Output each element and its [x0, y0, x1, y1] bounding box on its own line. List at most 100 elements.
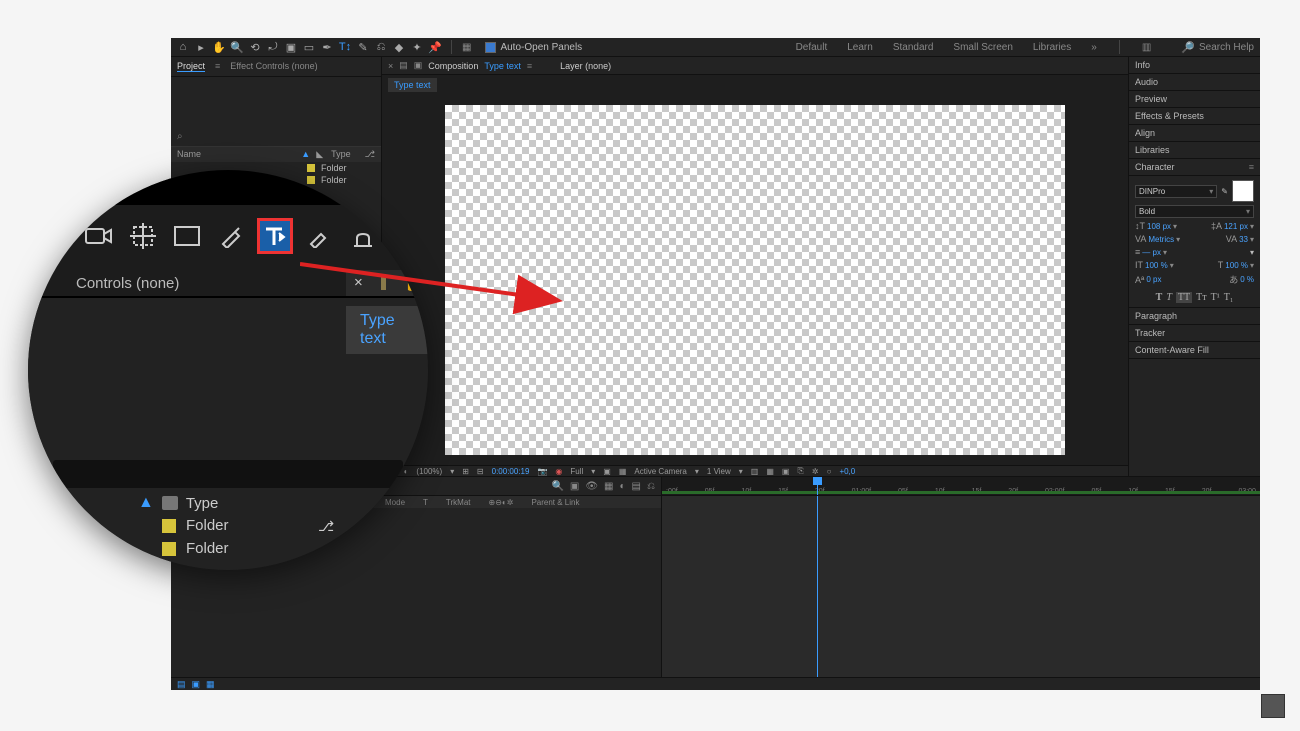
tl-brain-icon[interactable]: ⎌ — [647, 481, 655, 492]
superscript-icon[interactable]: T¹ — [1211, 292, 1220, 303]
label-col-icon[interactable]: ◣ — [316, 149, 323, 160]
tl-col-trkmat[interactable]: TrkMat — [446, 498, 471, 507]
paragraph-panel-header[interactable]: Paragraph — [1129, 308, 1260, 325]
view-layout-icon[interactable]: ▥ — [751, 467, 759, 476]
tl-frame-blend-icon[interactable]: ▦ — [604, 481, 613, 492]
faux-italic-icon[interactable]: T — [1166, 292, 1172, 303]
caf-panel-header[interactable]: Content-Aware Fill — [1129, 342, 1260, 359]
eyedropper-icon[interactable]: ✎ — [1221, 187, 1228, 196]
project-tab[interactable]: Project — [177, 61, 205, 72]
tracking-value[interactable]: 33 — [1239, 235, 1248, 244]
all-caps-icon[interactable]: TT — [1176, 292, 1192, 303]
unified-camera-icon[interactable]: ▣ — [285, 41, 297, 53]
project-search[interactable]: ⌕ — [171, 127, 381, 147]
lock-icon[interactable]: ▤ — [399, 60, 408, 71]
snapshot-icon[interactable]: 📷 — [537, 467, 547, 476]
composition-name[interactable]: Type text — [484, 61, 521, 71]
flowchart-icon[interactable]: ✲ — [812, 467, 819, 476]
timeline-icon[interactable]: ⎘ — [797, 466, 803, 476]
interpret-icon[interactable]: ▤ — [177, 679, 186, 690]
camera-select[interactable]: Active Camera — [634, 467, 686, 476]
type-tool-icon[interactable]: T↕ — [339, 41, 351, 53]
preview-panel-header[interactable]: Preview — [1129, 91, 1260, 108]
pixel-aspect-icon[interactable]: ▦ — [766, 467, 774, 476]
tracker-panel-header[interactable]: Tracker — [1129, 325, 1260, 342]
timeline-tracks[interactable] — [662, 496, 1260, 677]
workspace-learn[interactable]: Learn — [847, 42, 873, 53]
transparent-canvas[interactable] — [445, 105, 1065, 455]
rotate-tool-icon[interactable]: ⤾ — [267, 41, 279, 53]
leading-value[interactable]: 121 px — [1224, 222, 1248, 231]
col-name[interactable]: Name — [177, 149, 301, 160]
small-caps-icon[interactable]: Tᴛ — [1196, 292, 1206, 303]
composition-subtab[interactable]: Type text — [388, 78, 437, 92]
flowchart-col-icon[interactable]: ⎇ — [365, 149, 375, 160]
workspace-standard[interactable]: Standard — [893, 42, 934, 53]
puppet-tool-icon[interactable]: 📌 — [429, 41, 441, 53]
grid-icon[interactable]: ▦ — [462, 42, 471, 53]
workspace-libraries[interactable]: Libraries — [1033, 42, 1071, 53]
font-style-select[interactable]: Bold — [1135, 205, 1254, 218]
resolution-select[interactable]: Full — [570, 467, 583, 476]
search-help[interactable]: 🔎 Search Help — [1181, 41, 1254, 54]
close-tab-icon[interactable]: × — [388, 61, 393, 71]
project-tab-menu-icon[interactable]: ≡ — [215, 61, 220, 72]
tab-menu-icon[interactable]: ≡ — [527, 61, 532, 71]
fast-preview-icon[interactable]: ▣ — [782, 467, 790, 476]
viewer-icon[interactable]: ▣ — [414, 60, 423, 71]
panel-menu-icon[interactable]: ≡ — [1249, 162, 1254, 172]
kerning-value[interactable]: Metrics — [1148, 235, 1174, 244]
font-size-value[interactable]: 108 px — [1147, 222, 1171, 231]
layer-tab[interactable]: Layer (none) — [560, 61, 611, 71]
resolution-icon[interactable]: ⊞ — [462, 467, 469, 476]
workspace-default[interactable]: Default — [796, 42, 828, 53]
auto-open-panels-checkbox[interactable]: Auto-Open Panels — [485, 42, 582, 53]
shape-tool-icon[interactable]: ▭ — [303, 41, 315, 53]
tl-motion-blur-icon[interactable]: ◐ — [620, 481, 626, 492]
workspace-menu-icon[interactable]: » — [1091, 42, 1097, 53]
timecode[interactable]: 0:00:00:19 — [492, 467, 530, 476]
effects-panel-header[interactable]: Effects & Presets — [1129, 108, 1260, 125]
composition-viewer[interactable] — [382, 95, 1128, 465]
faux-bold-icon[interactable]: T — [1156, 292, 1163, 303]
reset-workspace-icon[interactable]: ▥ — [1142, 42, 1151, 53]
zoom-tool-icon[interactable]: 🔍 — [231, 41, 243, 53]
eraser-tool-icon[interactable]: ◆ — [393, 41, 405, 53]
playhead[interactable] — [817, 477, 818, 495]
hscale-value[interactable]: 100 % — [1225, 261, 1248, 270]
vscale-value[interactable]: 100 % — [1145, 261, 1168, 270]
transparency-grid-icon[interactable]: ▦ — [619, 467, 627, 476]
region-icon[interactable]: ▣ — [603, 467, 611, 476]
info-panel-header[interactable]: Info — [1129, 57, 1260, 74]
tl-graph-icon[interactable]: ▤ — [632, 481, 641, 492]
workspace-small-screen[interactable]: Small Screen — [953, 42, 1012, 53]
grid-toggle-icon[interactable]: ⊟ — [477, 467, 484, 476]
pen-tool-icon[interactable]: ✒ — [321, 41, 333, 53]
align-panel-header[interactable]: Align — [1129, 125, 1260, 142]
exposure-value[interactable]: +0,0 — [839, 467, 855, 476]
tl-shy-icon[interactable]: 👁 — [585, 481, 598, 492]
subscript-icon[interactable]: T₁ — [1224, 292, 1234, 303]
tl-col-parent[interactable]: Parent & Link — [531, 498, 579, 507]
channel-icon[interactable]: ◉ — [555, 467, 562, 476]
hand-tool-icon[interactable]: ✋ — [213, 41, 225, 53]
effect-controls-tab[interactable]: Effect Controls (none) — [230, 61, 317, 72]
fill-swatch[interactable] — [1232, 180, 1254, 202]
tsume-value[interactable]: 0 % — [1240, 275, 1254, 284]
audio-panel-header[interactable]: Audio — [1129, 74, 1260, 91]
tl-comp-icon[interactable]: ▣ — [570, 481, 579, 492]
clone-tool-icon[interactable]: ⎌ — [375, 41, 387, 53]
brush-tool-icon[interactable]: ✎ — [357, 41, 369, 53]
stroke-width-value[interactable]: — px — [1142, 248, 1161, 257]
tl-search-icon[interactable]: 🔍 — [551, 481, 563, 492]
new-folder-icon[interactable]: ▣ — [192, 679, 201, 690]
views-select[interactable]: 1 View — [707, 467, 731, 476]
orbit-tool-icon[interactable]: ⟲ — [249, 41, 261, 53]
baseline-value[interactable]: 0 px — [1146, 275, 1161, 284]
tl-switches-icon[interactable]: ⊕⊖◐✲ — [489, 498, 514, 507]
selection-tool-icon[interactable]: ▸ — [195, 41, 207, 53]
new-comp-icon[interactable]: ▦ — [206, 679, 215, 690]
col-type[interactable]: Type — [331, 149, 351, 160]
time-ruler[interactable]: :00f05f10f15f20f01:00f05f10f15f20f02:00f… — [662, 477, 1260, 496]
font-family-select[interactable]: DINPro — [1135, 185, 1217, 198]
